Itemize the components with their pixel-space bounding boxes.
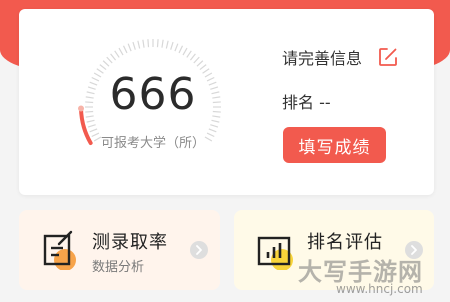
gauge-tick <box>202 68 210 74</box>
gauge-tick <box>99 64 107 71</box>
gauge-tick <box>110 53 117 61</box>
gauge-tick <box>87 124 96 128</box>
gauge-tick <box>178 45 184 54</box>
gauge-tick <box>212 96 221 99</box>
admission-rate-title: 测录取率 <box>92 232 168 253</box>
rank-text: 排名 -- <box>282 93 331 112</box>
gauge-tick <box>93 72 102 78</box>
gauge-tick <box>118 47 124 56</box>
gauge-tick <box>132 41 136 50</box>
gauge-tick <box>86 91 95 95</box>
gauge-tick <box>189 53 196 61</box>
gauge-tick <box>212 115 221 118</box>
gauge-tick <box>91 76 100 82</box>
gauge-tick <box>212 110 221 113</box>
gauge-tick <box>102 60 110 67</box>
gauge-tick <box>193 56 200 64</box>
gauge-tick <box>156 39 159 48</box>
gauge-tick <box>210 124 219 128</box>
gauge-tick <box>142 39 145 48</box>
gauge-tick <box>165 40 169 49</box>
gauge-tick <box>86 119 95 123</box>
admission-rate-card[interactable]: 测录取率 数据分析 <box>19 210 220 290</box>
gauge-tick <box>174 43 179 52</box>
gauge-tick <box>206 76 215 82</box>
gauge-tick <box>85 115 94 118</box>
gauge-tick <box>196 60 204 67</box>
rank-evaluation-title: 排名评估 <box>307 232 383 253</box>
profile-info: 请完善信息 排名 -- <box>282 45 398 113</box>
gauge-tick <box>186 50 192 58</box>
rank-evaluation-card[interactable]: 排名评估 <box>234 210 434 290</box>
gauge-tick <box>89 81 98 86</box>
gauge-tick <box>211 119 220 123</box>
bar-chart-icon <box>257 236 293 270</box>
gauge-tick <box>87 86 96 90</box>
gauge-tick <box>199 64 207 71</box>
gauge-tick <box>85 101 94 104</box>
gauge-tick <box>204 72 213 78</box>
gauge-tick <box>85 96 94 99</box>
gauge-tick <box>147 39 150 48</box>
gauge-tick <box>85 110 94 113</box>
gauge-indicator-dot <box>78 105 85 112</box>
gauge-tick <box>182 47 188 56</box>
chevron-right-icon[interactable] <box>405 241 423 259</box>
gauge-tick <box>161 39 164 48</box>
admission-rate-subtitle: 数据分析 <box>92 260 145 275</box>
gauge-tick <box>212 101 221 104</box>
chevron-right-icon[interactable] <box>190 241 208 259</box>
gauge-tick <box>170 41 174 50</box>
gauge-tick <box>208 81 217 86</box>
gauge-tick <box>137 40 141 49</box>
gauge-tick <box>122 45 128 54</box>
fill-scores-button[interactable]: 填写成绩 <box>283 127 386 163</box>
score-value: 666 <box>109 69 197 120</box>
complete-info-label[interactable]: 请完善信息 <box>282 45 362 69</box>
complete-info-row[interactable]: 请完善信息 <box>282 45 398 69</box>
gauge-tick <box>127 43 132 52</box>
score-card: 666 可报考大学（所） 请完善信息 排名 -- 填写成绩 <box>19 9 434 195</box>
document-edit-icon <box>43 230 76 270</box>
gauge-tick <box>114 50 120 58</box>
gauge-tick <box>106 56 113 64</box>
gauge-tick <box>210 86 219 90</box>
score-caption: 可报考大学（所） <box>100 136 205 151</box>
gauge-tick <box>211 91 220 95</box>
edit-icon[interactable] <box>378 47 398 67</box>
